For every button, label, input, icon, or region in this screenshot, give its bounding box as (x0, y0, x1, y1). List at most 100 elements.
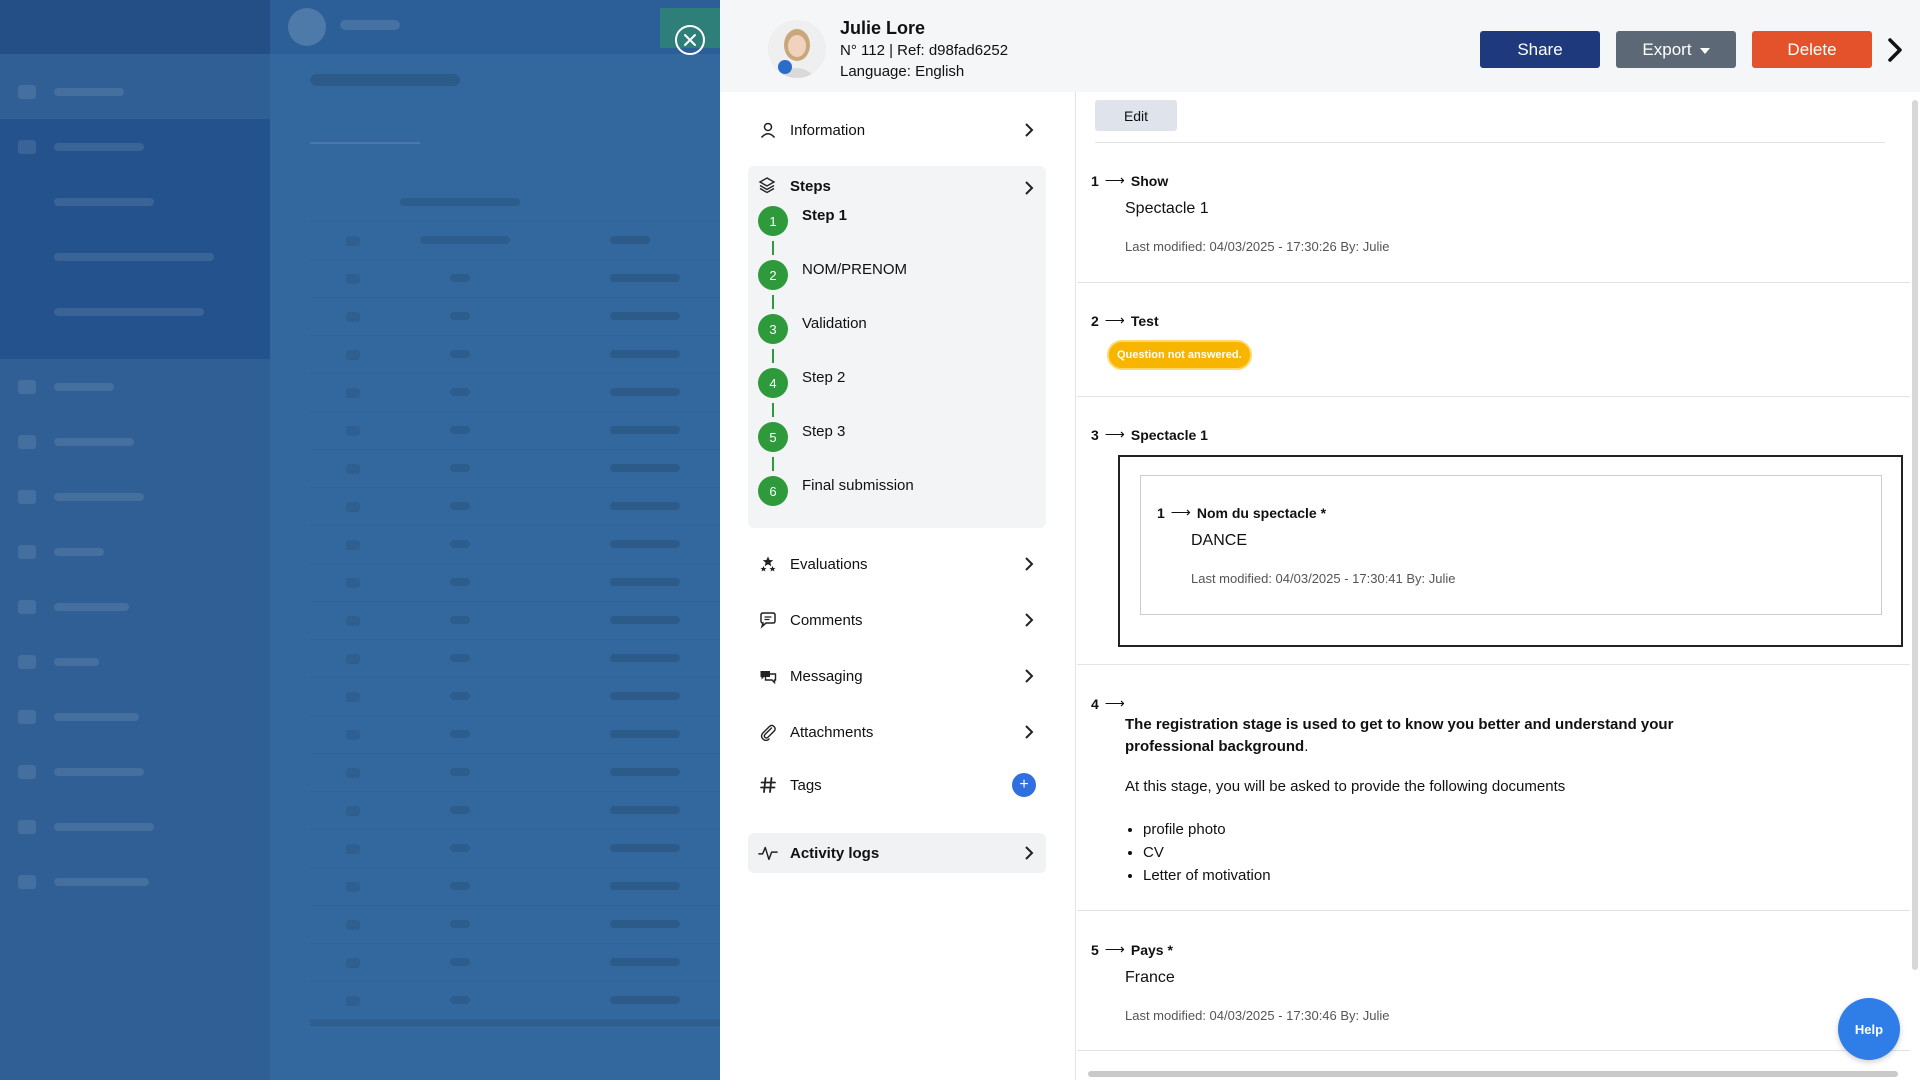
share-label: Share (1517, 39, 1563, 59)
background-nav-row (0, 689, 270, 744)
arrow-icon: ⟶ (1104, 312, 1125, 328)
divider (1077, 664, 1910, 665)
comment-icon (760, 612, 776, 629)
divider (1077, 282, 1910, 283)
background-table-row (310, 526, 720, 564)
background-logo (288, 8, 326, 46)
background-nav-row (0, 229, 270, 284)
drawer-header: Julie Lore N° 112 | Ref: d98fad6252 Lang… (720, 0, 1920, 92)
next-submission-button[interactable] (1883, 36, 1907, 64)
divider (1095, 142, 1885, 143)
menu-label-comments: Comments (790, 611, 863, 629)
sub-question-header: 1 ⟶ Nom du spectacle * (1157, 504, 1326, 521)
menu-item-tags[interactable]: Tags + (748, 765, 1046, 805)
question-title: Spectacle 1 (1130, 426, 1208, 443)
question-1-modified: Last modified: 04/03/2025 - 17:30:26 By:… (1125, 239, 1390, 254)
background-table-row (310, 830, 720, 868)
list-item: Letter of motivation (1143, 864, 1271, 887)
background-nav-row (0, 469, 270, 524)
messaging-icon (760, 671, 777, 685)
question-title: Pays * (1130, 941, 1173, 958)
horizontal-scrollbar[interactable] (1088, 1071, 1898, 1077)
menu-item-activity-logs[interactable]: Activity logs (748, 833, 1046, 873)
question-1-answer: Spectacle 1 (1125, 200, 1209, 217)
menu-label-tags: Tags (790, 776, 822, 794)
question-3-header: 3 ⟶ Spectacle 1 (1091, 426, 1208, 443)
background-filter (310, 114, 420, 144)
share-button[interactable]: Share (1480, 31, 1600, 68)
step-item-1[interactable]: 1 Step 1 (758, 206, 847, 236)
question-number: 3 (1091, 426, 1099, 443)
close-drawer-button[interactable] (675, 25, 705, 55)
user-reference: N° 112 | Ref: d98fad6252 (840, 42, 1009, 59)
chevron-right-icon (1025, 181, 1034, 195)
background-app (0, 0, 720, 1080)
menu-item-attachments[interactable]: Attachments (748, 712, 1046, 752)
delete-label: Delete (1787, 39, 1837, 59)
step-label: Validation (802, 315, 867, 332)
background-nav-row (0, 64, 270, 119)
step-connector (772, 349, 774, 363)
list-item: CV (1143, 841, 1271, 864)
edit-button[interactable]: Edit (1095, 100, 1177, 131)
background-table-row (310, 716, 720, 754)
background-table-row (310, 906, 720, 944)
edit-label: Edit (1123, 107, 1149, 124)
background-table-scrollbar (310, 1020, 720, 1026)
chevron-right-icon (1025, 725, 1034, 739)
divider (1077, 910, 1910, 911)
menu-item-steps[interactable]: Steps (758, 176, 831, 196)
question-5-modified: Last modified: 04/03/2025 - 17:30:46 By:… (1125, 1008, 1390, 1023)
step-item-6[interactable]: 6 Final submission (758, 476, 914, 506)
background-header (270, 0, 720, 54)
background-nav-row (0, 524, 270, 579)
question-2-header: 2 ⟶ Test (1091, 312, 1159, 329)
background-table-row (310, 488, 720, 526)
add-tag-button[interactable]: + (1012, 773, 1036, 797)
delete-button[interactable]: Delete (1752, 31, 1872, 68)
step-number: 5 (758, 422, 788, 452)
step-item-4[interactable]: 4 Step 2 (758, 368, 845, 398)
step-item-5[interactable]: 5 Step 3 (758, 422, 845, 452)
background-table-row (310, 336, 720, 374)
chevron-right-icon (1025, 123, 1034, 137)
background-table-row (310, 564, 720, 602)
divider (1077, 396, 1910, 397)
step-connector (772, 295, 774, 309)
step-label: Step 2 (802, 369, 846, 386)
arrow-icon: ⟶ (1104, 941, 1125, 957)
menu-item-evaluations[interactable]: Evaluations (748, 544, 1046, 584)
question-number: 2 (1091, 312, 1099, 329)
step-item-3[interactable]: 3 Validation (758, 314, 867, 344)
vertical-scrollbar[interactable] (1912, 100, 1918, 970)
step-number: 1 (758, 206, 788, 236)
step-number: 6 (758, 476, 788, 506)
export-button[interactable]: Export (1616, 31, 1736, 68)
caret-down-icon (1699, 48, 1710, 54)
background-table-row (310, 602, 720, 640)
question-5-header: 5 ⟶ Pays * (1091, 941, 1173, 958)
submission-content: Edit 1 ⟶ Show Spectacle 1 Last modified: 0… (1077, 92, 1910, 1070)
question-4-text: The registration stage is used to get to… (1125, 714, 1725, 758)
paperclip-icon (760, 724, 776, 741)
background-table-row (310, 374, 720, 412)
background-nav-row (0, 854, 270, 909)
background-content (270, 54, 720, 1080)
menu-item-messaging[interactable]: Messaging (748, 656, 1046, 696)
background-table-row (310, 260, 720, 298)
chevron-right-icon (1025, 846, 1034, 860)
background-table-row (310, 982, 720, 1020)
question-1-header: 1 ⟶ Show (1091, 172, 1168, 189)
step-item-2[interactable]: 2 NOM/PRENOM (758, 260, 907, 290)
background-table-row (310, 450, 720, 488)
menu-item-comments[interactable]: Comments (748, 600, 1046, 640)
menu-item-information[interactable]: Information (748, 110, 1046, 150)
sub-question-answer: DANCE (1191, 532, 1248, 549)
avatar-icon (768, 20, 826, 78)
background-nav-row (0, 744, 270, 799)
background-brand (0, 0, 270, 54)
background-table-row (310, 792, 720, 830)
arrow-icon: ⟶ (1104, 426, 1125, 442)
help-button[interactable]: Help (1838, 998, 1900, 1060)
chevron-right-icon (1888, 38, 1902, 62)
